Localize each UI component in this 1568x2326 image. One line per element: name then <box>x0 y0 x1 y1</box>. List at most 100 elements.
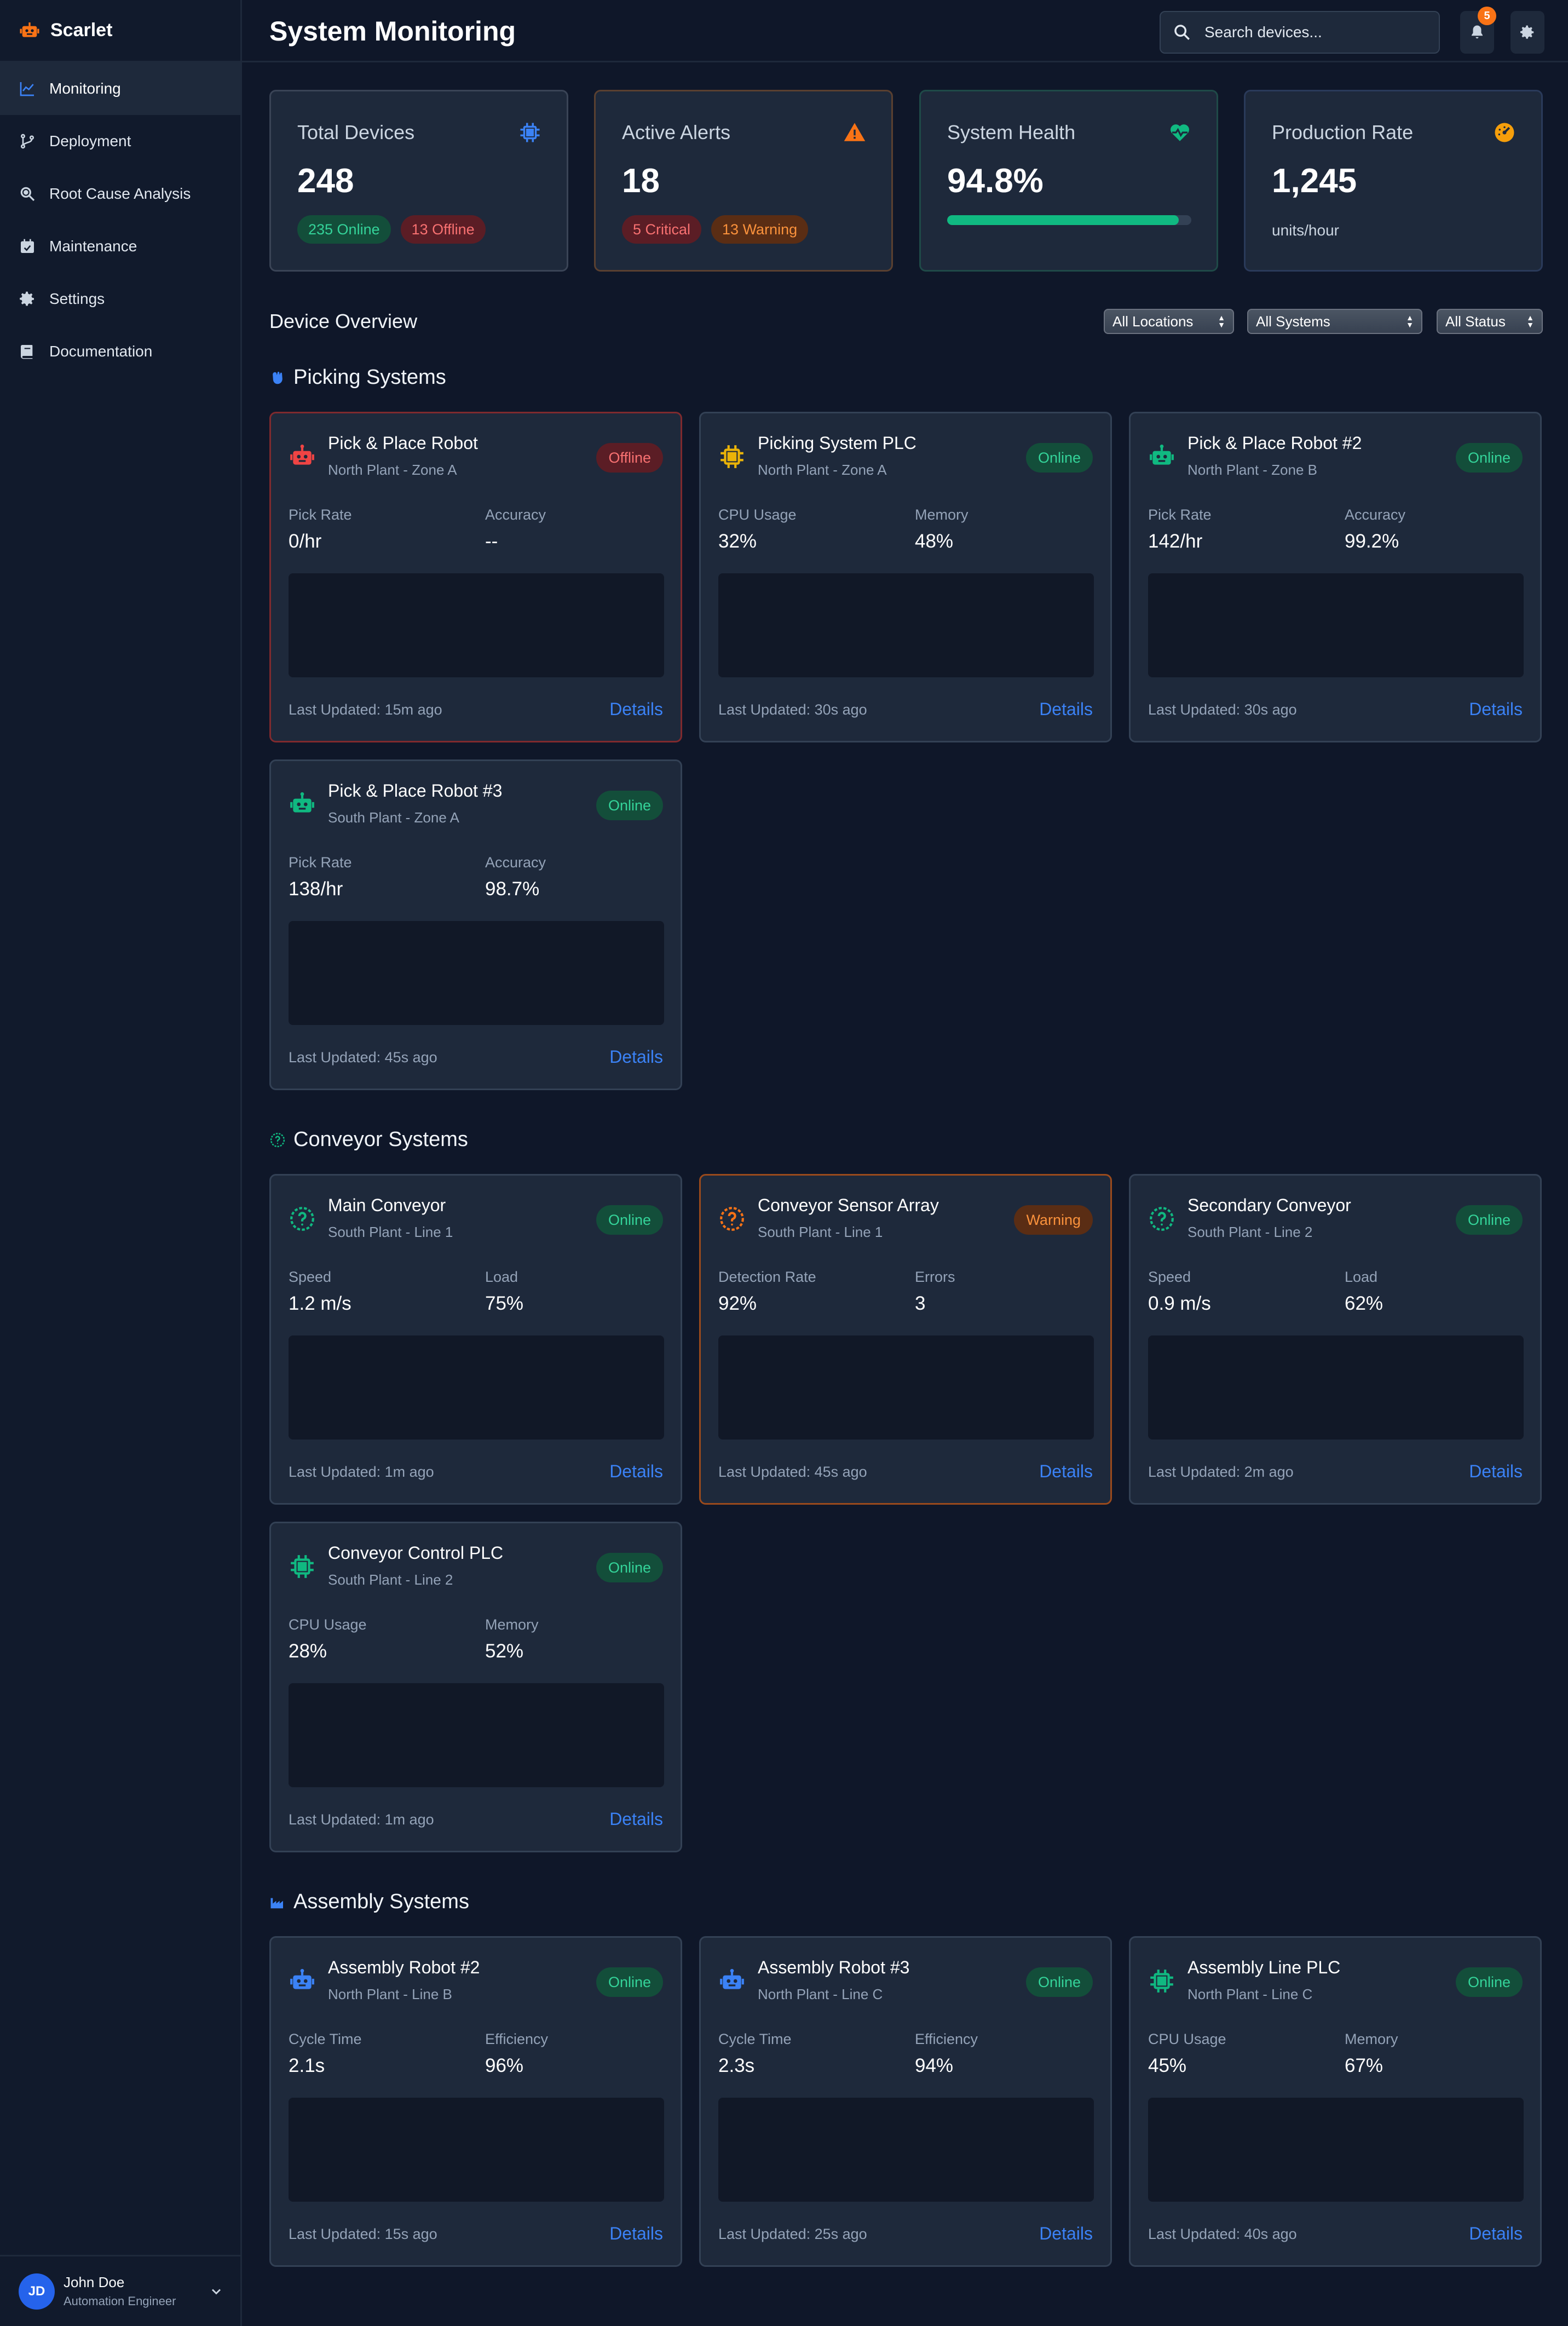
status-badge: Online <box>1025 443 1093 473</box>
avatar: JD <box>19 2273 55 2310</box>
metric-value: 32% <box>718 531 757 552</box>
chart-line-icon <box>20 82 34 96</box>
device-name: Pick & Place Robot #3 <box>328 781 503 801</box>
stat-value: 1,245 <box>1272 162 1357 200</box>
device-card-conveyor-control-plc[interactable]: Conveyor Control PLC South Plant - Line … <box>269 1522 682 1852</box>
last-updated: Last Updated: 45s ago <box>718 1464 867 1480</box>
device-card-pick-place-robot-3[interactable]: Pick & Place Robot #3 South Plant - Zone… <box>269 759 682 1090</box>
last-updated: Last Updated: 1m ago <box>289 1464 434 1480</box>
chip-icon <box>1148 1967 1175 1995</box>
details-link[interactable]: Details <box>609 699 663 719</box>
device-location: North Plant - Line C <box>758 1986 883 2002</box>
metric-label: Detection Rate <box>718 1269 816 1285</box>
stat-card-system-health: System Health 94.8% <box>919 90 1218 272</box>
sidebar-item-maintenance[interactable]: Maintenance <box>0 220 240 273</box>
last-updated: Last Updated: 40s ago <box>1148 2226 1297 2242</box>
user-role: Automation Engineer <box>64 2294 176 2308</box>
details-link[interactable]: Details <box>1469 2224 1523 2244</box>
metric-label: Speed <box>1148 1269 1191 1285</box>
details-link[interactable]: Details <box>1039 2224 1093 2244</box>
sidebar-item-monitoring[interactable]: Monitoring <box>0 62 240 115</box>
book-icon <box>21 345 33 359</box>
device-card-picking-system-plc[interactable]: Picking System PLC North Plant - Zone A … <box>699 412 1112 742</box>
question-circle-icon <box>718 1205 746 1233</box>
metric-label: Efficiency <box>915 2031 978 2047</box>
metric-chart-area <box>1148 573 1524 677</box>
device-card-assembly-robot-2[interactable]: Assembly Robot #2 North Plant - Line B O… <box>269 1936 682 2267</box>
device-name: Pick & Place Robot #2 <box>1187 433 1362 453</box>
sidebar-nav: Monitoring Deployment Root Cause Analysi… <box>0 62 240 378</box>
status-filter-select[interactable]: All Status ▲ ▼ <box>1437 309 1543 334</box>
health-progress-fill <box>947 215 1179 225</box>
metric-label: Accuracy <box>1345 506 1406 523</box>
details-link[interactable]: Details <box>609 1461 663 1482</box>
details-link[interactable]: Details <box>609 2224 663 2244</box>
details-link[interactable]: Details <box>1469 1461 1523 1482</box>
stat-title: System Health <box>947 121 1076 143</box>
metric-value: 0/hr <box>289 531 322 552</box>
details-link[interactable]: Details <box>1039 699 1093 719</box>
metric-label: Load <box>1345 1269 1378 1285</box>
device-location: North Plant - Line B <box>328 1986 452 2002</box>
status-badge: Online <box>596 791 663 820</box>
metric-label: Load <box>485 1269 518 1285</box>
calendar-check-icon <box>21 239 34 253</box>
device-location: South Plant - Zone A <box>328 809 459 826</box>
details-link[interactable]: Details <box>1469 699 1523 719</box>
details-link[interactable]: Details <box>609 1809 663 1829</box>
device-name: Assembly Robot #3 <box>758 1957 910 1977</box>
robot-icon <box>1148 443 1175 470</box>
details-link[interactable]: Details <box>609 1047 663 1067</box>
device-card-conveyor-sensor-array[interactable]: Conveyor Sensor Array South Plant - Line… <box>699 1174 1112 1505</box>
device-card-secondary-conveyor[interactable]: Secondary Conveyor South Plant - Line 2 … <box>1129 1174 1542 1505</box>
metric-value: 3 <box>915 1293 926 1314</box>
sidebar-item-root-cause-analysis[interactable]: Root Cause Analysis <box>0 168 240 220</box>
device-location: North Plant - Zone A <box>758 462 887 478</box>
device-card-pick-place-robot-2[interactable]: Pick & Place Robot #2 North Plant - Zone… <box>1129 412 1542 742</box>
robot-icon <box>289 1967 316 1995</box>
metric-chart-area <box>289 2098 664 2202</box>
device-location: South Plant - Line 2 <box>328 1571 453 1588</box>
device-card-pick-place-robot[interactable]: Pick & Place Robot North Plant - Zone A … <box>269 412 682 742</box>
metric-value: 96% <box>485 2055 524 2076</box>
user-menu[interactable]: JD John Doe Automation Engineer <box>0 2255 240 2326</box>
last-updated: Last Updated: 2m ago <box>1148 1464 1294 1480</box>
stat-card-total-devices: Total Devices 248 235 Online 13 Offline <box>269 90 568 272</box>
search-box[interactable] <box>1160 11 1440 54</box>
sidebar-item-deployment[interactable]: Deployment <box>0 115 240 168</box>
last-updated: Last Updated: 30s ago <box>718 701 867 718</box>
status-badge: Online <box>1455 1205 1523 1235</box>
notifications-button[interactable]: 5 <box>1460 7 1496 54</box>
metric-label: Efficiency <box>485 2031 549 2047</box>
device-card-assembly-robot-3[interactable]: Assembly Robot #3 North Plant - Line C O… <box>699 1936 1112 2267</box>
select-arrows-icon: ▲ ▼ <box>1406 313 1414 329</box>
factory-icon <box>270 1898 283 1908</box>
sidebar-item-settings[interactable]: Settings <box>0 273 240 325</box>
sidebar-item-documentation[interactable]: Documentation <box>0 325 240 378</box>
details-link[interactable]: Details <box>1039 1461 1093 1482</box>
device-name: Assembly Line PLC <box>1187 1957 1341 1977</box>
brand[interactable]: Scarlet <box>0 0 240 62</box>
device-card-assembly-line-plc[interactable]: Assembly Line PLC North Plant - Line C O… <box>1129 1936 1542 2267</box>
group-title-conveyor-systems: Conveyor Systems <box>269 1128 468 1152</box>
device-card-main-conveyor[interactable]: Main Conveyor South Plant - Line 1 Onlin… <box>269 1174 682 1505</box>
metric-value: 1.2 m/s <box>289 1293 351 1314</box>
metric-label: Cycle Time <box>289 2031 362 2047</box>
sidebar-item-label: Root Cause Analysis <box>49 185 191 202</box>
system-filter-select[interactable]: All Systems ▲ ▼ <box>1247 309 1422 334</box>
metric-value: 0.9 m/s <box>1148 1293 1211 1314</box>
settings-button[interactable] <box>1511 11 1544 54</box>
robot-icon <box>718 1967 746 1995</box>
header: System Monitoring 5 <box>242 0 1568 62</box>
robot-icon <box>20 22 39 37</box>
search-input[interactable] <box>1203 23 1425 42</box>
stat-value: 18 <box>622 162 660 200</box>
last-updated: Last Updated: 25s ago <box>718 2226 867 2242</box>
device-location: North Plant - Zone B <box>1187 462 1317 478</box>
metric-label: Memory <box>1345 2031 1398 2047</box>
metric-value: 142/hr <box>1148 531 1203 552</box>
chevron-down-icon[interactable] <box>209 2284 224 2299</box>
location-filter-select[interactable]: All Locations ▲ ▼ <box>1104 309 1234 334</box>
metric-label: Cycle Time <box>718 2031 792 2047</box>
last-updated: Last Updated: 15s ago <box>289 2226 437 2242</box>
